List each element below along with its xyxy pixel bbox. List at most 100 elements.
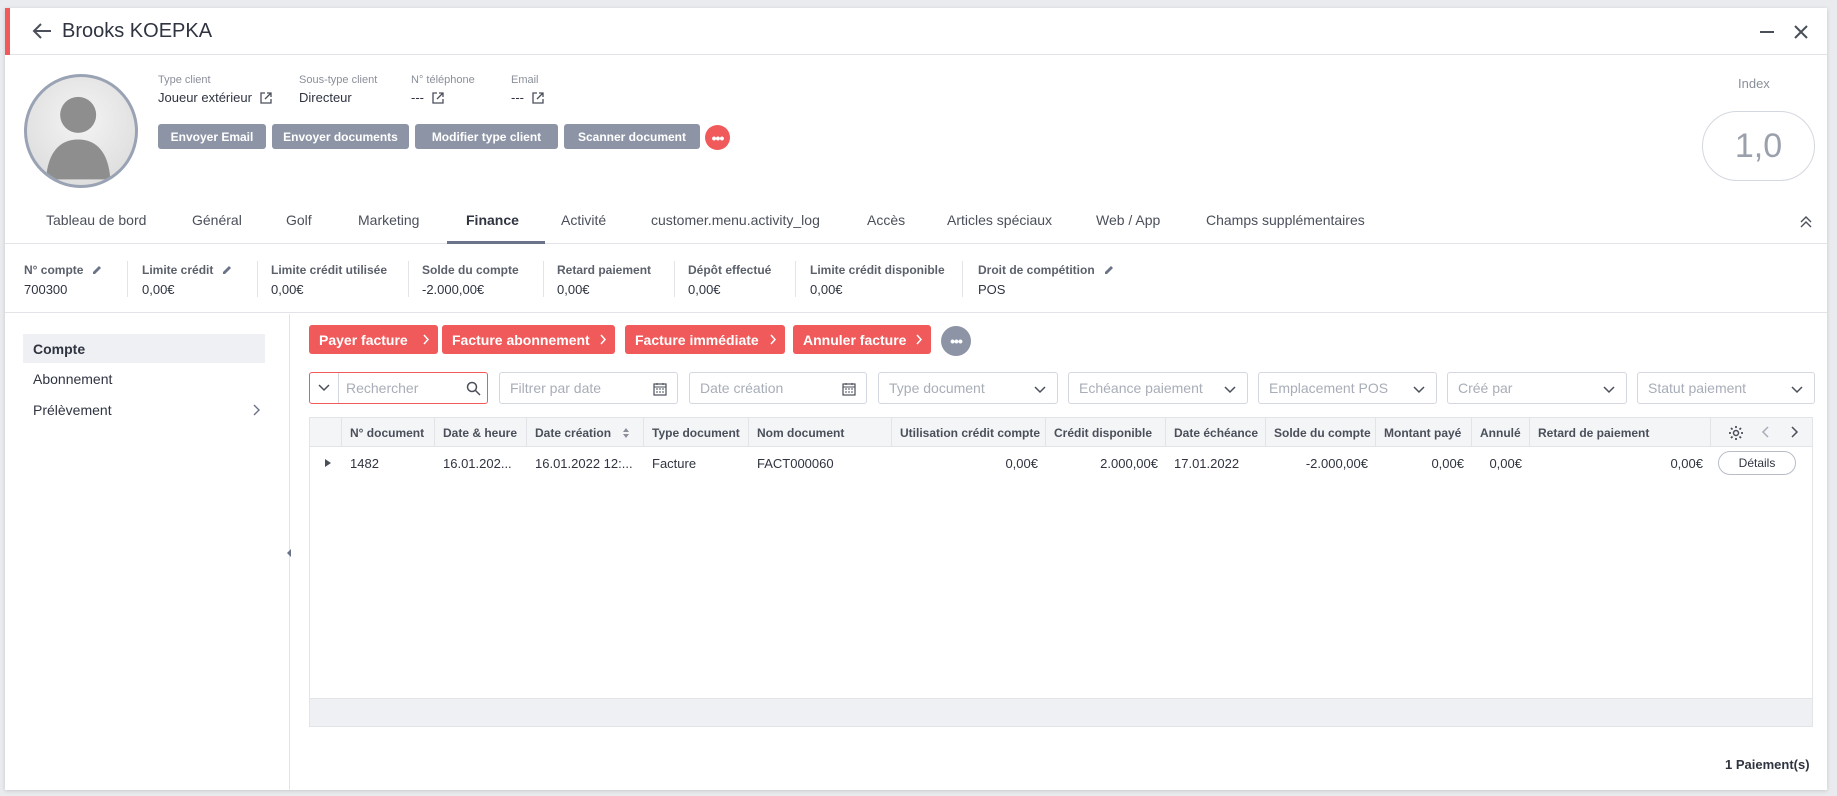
tab-golf[interactable]: Golf — [286, 212, 312, 228]
edit-pencil-icon[interactable] — [221, 264, 233, 276]
column-header[interactable]: Montant payé — [1376, 418, 1472, 447]
external-link-icon[interactable] — [532, 91, 544, 104]
column-header[interactable]: Solde du compte — [1266, 418, 1376, 447]
external-link-icon[interactable] — [432, 91, 444, 104]
column-header[interactable]: Retard de paiement — [1530, 418, 1711, 447]
echeance-paiement-select[interactable]: Echéance paiement — [1068, 372, 1248, 404]
cancel-invoice-button[interactable]: Annuler facture — [793, 325, 931, 354]
chevron-down-icon — [1603, 386, 1615, 394]
tab-general[interactable]: Général — [192, 212, 242, 228]
stat-value: POS — [978, 282, 1006, 297]
account-summary: N° compte 700300 Limite crédit 0,00€ Lim… — [5, 245, 1827, 313]
tab-marketing[interactable]: Marketing — [358, 212, 419, 228]
table-row[interactable]: 1482 16.01.202... 16.01.2022 12:... Fact… — [310, 447, 1812, 479]
chevron-left-icon[interactable] — [1761, 426, 1771, 438]
gear-icon[interactable] — [1728, 425, 1744, 441]
column-header[interactable]: Type document — [644, 418, 749, 447]
filter-placeholder: Créé par — [1458, 380, 1513, 396]
tab-tableau-de-bord[interactable]: Tableau de bord — [46, 212, 146, 228]
tab-finance[interactable]: Finance — [466, 212, 519, 228]
filter-placeholder: Emplacement POS — [1269, 380, 1389, 396]
button-label: Payer facture — [319, 331, 408, 348]
statut-paiement-select[interactable]: Statut paiement — [1637, 372, 1815, 404]
search-input[interactable] — [346, 378, 456, 398]
send-documents-button[interactable]: Envoyer documents — [272, 124, 409, 149]
index-label: Index — [1738, 76, 1770, 91]
type-document-select[interactable]: Type document — [878, 372, 1058, 404]
immediate-invoice-button[interactable]: Facture immédiate — [625, 325, 785, 354]
search-scope-dropdown[interactable] — [310, 373, 339, 403]
edit-pencil-icon[interactable] — [91, 264, 103, 276]
cell-type-document: Facture — [652, 455, 697, 471]
modify-client-type-button[interactable]: Modifier type client — [415, 124, 558, 149]
documents-table: N° document Date & heure Date création T… — [309, 417, 1813, 727]
chevron-down-icon — [1413, 386, 1425, 394]
pay-invoice-button[interactable]: Payer facture — [309, 325, 438, 354]
stat-label: Limite crédit — [142, 263, 214, 277]
avatar-silhouette-icon — [45, 96, 111, 180]
chevron-right-icon — [423, 334, 430, 345]
more-finance-actions-button[interactable]: ••• — [941, 326, 971, 356]
date-creation-field[interactable]: Date création — [689, 372, 867, 404]
sidebar-item-prelevement[interactable]: Prélèvement — [23, 395, 265, 424]
filter-placeholder: Echéance paiement — [1079, 380, 1203, 396]
sort-icon[interactable] — [622, 427, 630, 439]
tab-articles-speciaux[interactable]: Articles spéciaux — [947, 212, 1052, 228]
stat-value: 0,00€ — [810, 282, 843, 297]
column-header[interactable]: Date & heure — [435, 418, 527, 447]
collapse-header-icon[interactable] — [1799, 215, 1813, 229]
sidebar-item-label: Prélèvement — [33, 401, 112, 418]
close-icon[interactable] — [1791, 22, 1811, 42]
column-header[interactable]: Annulé — [1472, 418, 1530, 447]
column-header[interactable]: Nom document — [749, 418, 892, 447]
more-actions-button[interactable]: ••• — [705, 125, 730, 150]
field-value: Directeur — [299, 90, 352, 105]
date-filter-field[interactable]: Filtrer par date — [499, 372, 678, 404]
stat-depot-effectue: Dépôt effectué 0,00€ — [688, 263, 771, 297]
search-icon[interactable] — [466, 381, 481, 396]
details-button[interactable]: Détails — [1718, 451, 1796, 475]
title-bar: Brooks KOEPKA — [5, 8, 1827, 55]
external-link-icon[interactable] — [260, 91, 272, 104]
cell-nom-document: FACT000060 — [757, 455, 834, 471]
divider — [408, 261, 409, 297]
column-header[interactable]: N° document — [342, 418, 435, 447]
cell-date-echeance: 17.01.2022 — [1174, 455, 1240, 471]
divider — [962, 261, 963, 297]
tab-activite[interactable]: Activité — [561, 212, 606, 228]
cree-par-select[interactable]: Créé par — [1447, 372, 1627, 404]
subscription-invoice-button[interactable]: Facture abonnement — [442, 325, 615, 354]
field-value: --- — [511, 90, 524, 105]
sidebar-item-compte[interactable]: Compte — [23, 334, 265, 363]
scan-document-button[interactable]: Scanner document — [564, 124, 700, 149]
button-label: Annuler facture — [803, 331, 907, 348]
tab-web-app[interactable]: Web / App — [1096, 212, 1160, 228]
stat-value: 0,00€ — [271, 282, 304, 297]
minimize-icon[interactable] — [1757, 22, 1777, 42]
back-arrow-icon[interactable] — [31, 21, 53, 41]
stat-droit-competition: Droit de compétition POS — [978, 263, 1115, 297]
column-header[interactable]: Crédit disponible — [1046, 418, 1166, 447]
cell-montant-paye: 0,00€ — [1431, 455, 1464, 471]
tab-activity-log[interactable]: customer.menu.activity_log — [651, 212, 820, 228]
collapse-sidebar-icon[interactable] — [284, 548, 294, 558]
avatar[interactable] — [24, 74, 138, 188]
stat-label: Limite crédit disponible — [810, 263, 945, 277]
expand-row-icon[interactable] — [325, 459, 331, 467]
payment-count: 1 Paiement(s) — [1725, 757, 1810, 772]
calendar-icon — [653, 383, 667, 396]
calendar-icon — [842, 383, 856, 396]
cell-date-heure: 16.01.202... — [443, 455, 512, 471]
send-email-button[interactable]: Envoyer Email — [158, 124, 266, 149]
tab-acces[interactable]: Accès — [867, 212, 905, 228]
sidebar-item-abonnement[interactable]: Abonnement — [23, 364, 265, 393]
tab-champs-supplementaires[interactable]: Champs supplémentaires — [1206, 212, 1365, 228]
chevron-down-icon — [1034, 386, 1046, 394]
column-header[interactable]: Utilisation crédit compte — [892, 418, 1046, 447]
chevron-right-icon[interactable] — [1789, 426, 1799, 438]
cell-retard-paiement: 0,00€ — [1670, 455, 1703, 471]
edit-pencil-icon[interactable] — [1103, 264, 1115, 276]
column-header[interactable]: Date échéance — [1166, 418, 1266, 447]
cell-date-creation: 16.01.2022 12:... — [535, 455, 633, 471]
emplacement-pos-select[interactable]: Emplacement POS — [1258, 372, 1437, 404]
